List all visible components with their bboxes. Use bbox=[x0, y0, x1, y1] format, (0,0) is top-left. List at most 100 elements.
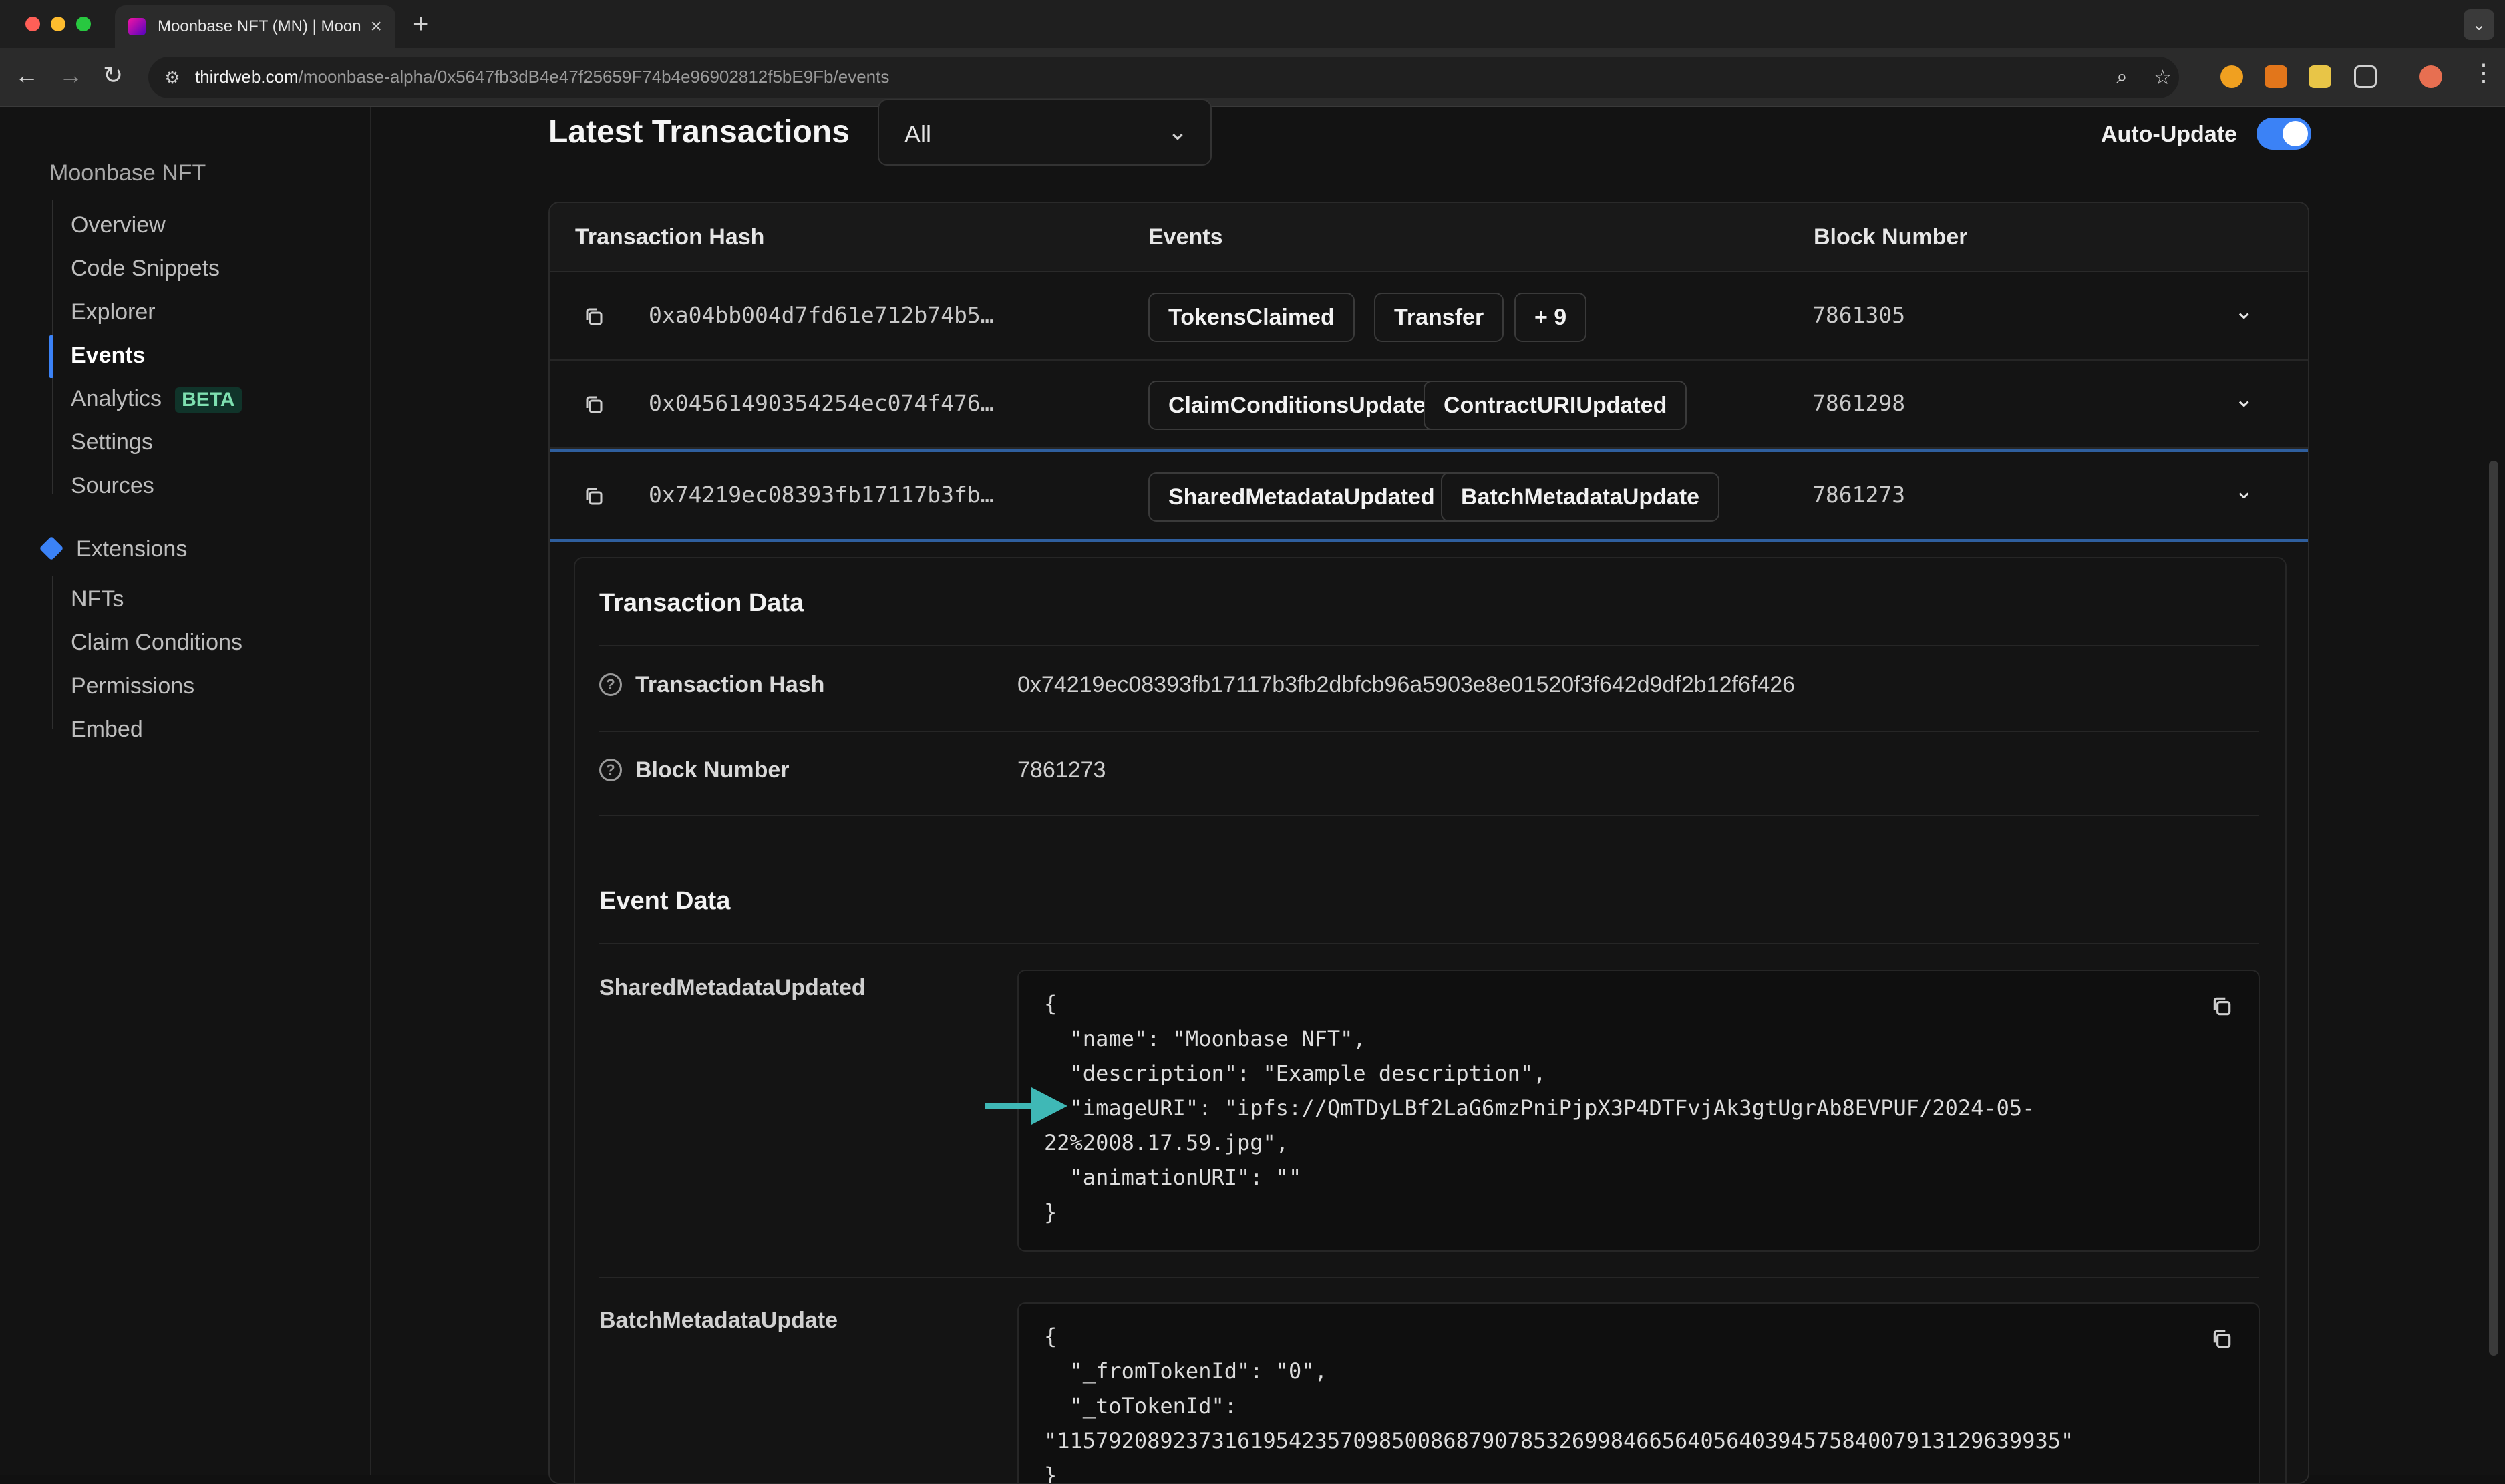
event-chip-more: + 9 bbox=[1514, 293, 1587, 342]
divider bbox=[599, 943, 2259, 944]
tab-title: Moonbase NFT (MN) | Moonbase bbox=[158, 17, 361, 35]
url-path: /moonbase-alpha/0x5647fb3dB4e47f25659F74… bbox=[298, 67, 890, 87]
copy-icon[interactable] bbox=[583, 486, 605, 507]
copy-icon[interactable] bbox=[583, 306, 605, 327]
app-root: Moonbase NFT Overview Code Snippets Expl… bbox=[0, 99, 2505, 1484]
transaction-hash: 0xa04bb004d7fd61e712b74b5… bbox=[649, 302, 994, 328]
event-json-block: { "_fromTokenId": "0", "_toTokenId": "11… bbox=[1017, 1302, 2260, 1483]
sidebar-item-explorer[interactable]: Explorer bbox=[71, 299, 156, 325]
json-line: "name": "Moonbase NFT", bbox=[1044, 1026, 1366, 1051]
table-header: Transaction Hash Events Block Number bbox=[550, 203, 2308, 272]
url-host: thirdweb.com bbox=[195, 67, 299, 87]
toggle-knob bbox=[2283, 121, 2308, 146]
divider bbox=[599, 1277, 2259, 1278]
block-number-value: 7861273 bbox=[1017, 757, 1106, 783]
sidebar-item-sources[interactable]: Sources bbox=[71, 473, 154, 499]
new-tab-button[interactable]: + bbox=[413, 9, 428, 39]
column-header-events: Events bbox=[1148, 224, 1223, 250]
extension-coin-icon[interactable] bbox=[2220, 65, 2243, 88]
close-window-button[interactable] bbox=[25, 17, 40, 31]
column-header-transaction-hash: Transaction Hash bbox=[575, 224, 765, 250]
back-arrow-icon[interactable]: ← bbox=[15, 61, 39, 89]
sidebar-item-embed[interactable]: Embed bbox=[71, 717, 143, 743]
sidebar: Moonbase NFT Overview Code Snippets Expl… bbox=[0, 107, 371, 1475]
json-line: } bbox=[1044, 1199, 1057, 1225]
json-line: "animationURI": "" bbox=[1044, 1165, 1302, 1190]
tab-search-chevron-down-icon[interactable]: ⌄ bbox=[2464, 9, 2494, 40]
event-data-title: Event Data bbox=[599, 887, 731, 915]
transaction-hash: 0x74219ec08393fb17117b3fb… bbox=[649, 482, 994, 508]
event-name-batch-metadata-update: BatchMetadataUpdate bbox=[599, 1308, 838, 1333]
copy-icon[interactable] bbox=[583, 394, 605, 415]
auto-update-toggle[interactable] bbox=[2257, 118, 2311, 150]
copy-icon[interactable] bbox=[2210, 995, 2233, 1018]
json-line: { bbox=[1044, 991, 1057, 1016]
sidebar-extensions-title[interactable]: Extensions bbox=[76, 536, 187, 562]
help-circle-icon[interactable]: ? bbox=[599, 759, 622, 781]
sidebar-item-analytics-label: Analytics bbox=[71, 386, 162, 411]
divider bbox=[599, 815, 2259, 816]
browser-menu-icon[interactable]: ⋮ bbox=[2472, 59, 2496, 87]
tx-hash-value: 0x74219ec08393fb17117b3fb2dbfcb96a5903e8… bbox=[1017, 672, 1796, 697]
table-row-expanded[interactable]: 0x74219ec08393fb17117b3fb… SharedMetadat… bbox=[550, 449, 2308, 542]
event-chip: ClaimConditionsUpdated bbox=[1148, 381, 1460, 430]
sidebar-item-permissions[interactable]: Permissions bbox=[71, 673, 194, 699]
sidebar-rail-extensions bbox=[52, 576, 53, 729]
json-line: { bbox=[1044, 1324, 1057, 1349]
event-chip: SharedMetadataUpdated bbox=[1148, 472, 1455, 522]
help-circle-icon[interactable]: ? bbox=[599, 673, 622, 696]
transaction-detail-panel: Transaction Data ? Transaction Hash 0x74… bbox=[574, 557, 2287, 1483]
transactions-table: Transaction Hash Events Block Number 0xa… bbox=[548, 202, 2309, 1484]
address-bar[interactable]: ⚙ thirdweb.com/moonbase-alpha/0x5647fb3d… bbox=[148, 57, 2179, 98]
event-chip: TokensClaimed bbox=[1148, 293, 1355, 342]
extensions-puzzle-icon[interactable] bbox=[2354, 65, 2377, 88]
event-chip: ContractURIUpdated bbox=[1424, 381, 1687, 430]
chevron-down-icon[interactable]: ⌄ bbox=[2234, 298, 2254, 325]
sidebar-contract-name: Moonbase NFT bbox=[49, 160, 206, 186]
block-number-label: Block Number bbox=[635, 757, 790, 783]
profile-avatar[interactable] bbox=[2419, 65, 2442, 88]
extension-yellow-icon[interactable] bbox=[2309, 65, 2331, 88]
sidebar-item-settings[interactable]: Settings bbox=[71, 429, 153, 455]
sidebar-item-code-snippets[interactable]: Code Snippets bbox=[71, 256, 220, 282]
tab-close-icon[interactable]: × bbox=[370, 15, 382, 38]
transaction-data-title: Transaction Data bbox=[599, 589, 804, 617]
table-row[interactable]: 0xa04bb004d7fd61e712b74b5… TokensClaimed… bbox=[550, 272, 2308, 361]
sidebar-item-overview[interactable]: Overview bbox=[71, 212, 166, 238]
browser-tab-active[interactable]: Moonbase NFT (MN) | Moonbase × bbox=[115, 5, 395, 48]
forward-arrow-icon[interactable]: → bbox=[59, 61, 83, 89]
browser-tab-bar: Moonbase NFT (MN) | Moonbase × + ⌄ bbox=[0, 0, 2505, 48]
site-settings-icon[interactable]: ⚙ bbox=[160, 66, 184, 89]
reload-icon[interactable]: ↻ bbox=[103, 61, 123, 89]
sidebar-active-indicator bbox=[49, 335, 53, 378]
sidebar-item-events[interactable]: Events bbox=[71, 343, 146, 369]
table-row[interactable]: 0x04561490354254ec074f476… ClaimConditio… bbox=[550, 361, 2308, 449]
maximize-window-button[interactable] bbox=[76, 17, 91, 31]
tx-hash-label: Transaction Hash bbox=[635, 672, 825, 697]
json-line: "115792089237316195423570985008687907853… bbox=[1044, 1428, 2074, 1453]
event-filter-select[interactable]: All ⌄ bbox=[878, 99, 1212, 166]
auto-update-label: Auto-Update bbox=[2101, 122, 2237, 147]
sidebar-item-nfts[interactable]: NFTs bbox=[71, 586, 124, 612]
block-number: 7861305 bbox=[1812, 302, 1906, 328]
sidebar-item-claim-conditions[interactable]: Claim Conditions bbox=[71, 630, 242, 656]
page-scrollbar[interactable] bbox=[2489, 461, 2498, 1356]
block-number: 7861298 bbox=[1812, 390, 1906, 416]
divider bbox=[599, 645, 2259, 646]
chevron-down-icon[interactable]: ⌄ bbox=[2234, 386, 2254, 413]
bookmark-star-icon[interactable]: ☆ bbox=[2154, 66, 2172, 89]
block-number: 7861273 bbox=[1812, 482, 1906, 508]
extensions-diamond-icon bbox=[39, 536, 64, 561]
browser-toolbar: ← → ↻ ⚙ thirdweb.com/moonbase-alpha/0x56… bbox=[0, 48, 2505, 107]
minimize-window-button[interactable] bbox=[51, 17, 65, 31]
sidebar-item-analytics[interactable]: Analytics BETA bbox=[71, 386, 242, 413]
chevron-down-icon[interactable]: ⌄ bbox=[2234, 478, 2254, 504]
copy-icon[interactable] bbox=[2210, 1328, 2233, 1350]
url-text[interactable]: thirdweb.com/moonbase-alpha/0x5647fb3dB4… bbox=[195, 67, 889, 87]
json-line: "_fromTokenId": "0", bbox=[1044, 1358, 1327, 1384]
zoom-search-icon[interactable]: ⌕ bbox=[2116, 66, 2128, 89]
extension-metamask-fox-icon[interactable] bbox=[2265, 65, 2287, 88]
json-line: 22%2008.17.59.jpg", bbox=[1044, 1130, 1289, 1155]
divider bbox=[599, 731, 2259, 732]
annotation-arrow-icon bbox=[985, 1087, 1067, 1125]
